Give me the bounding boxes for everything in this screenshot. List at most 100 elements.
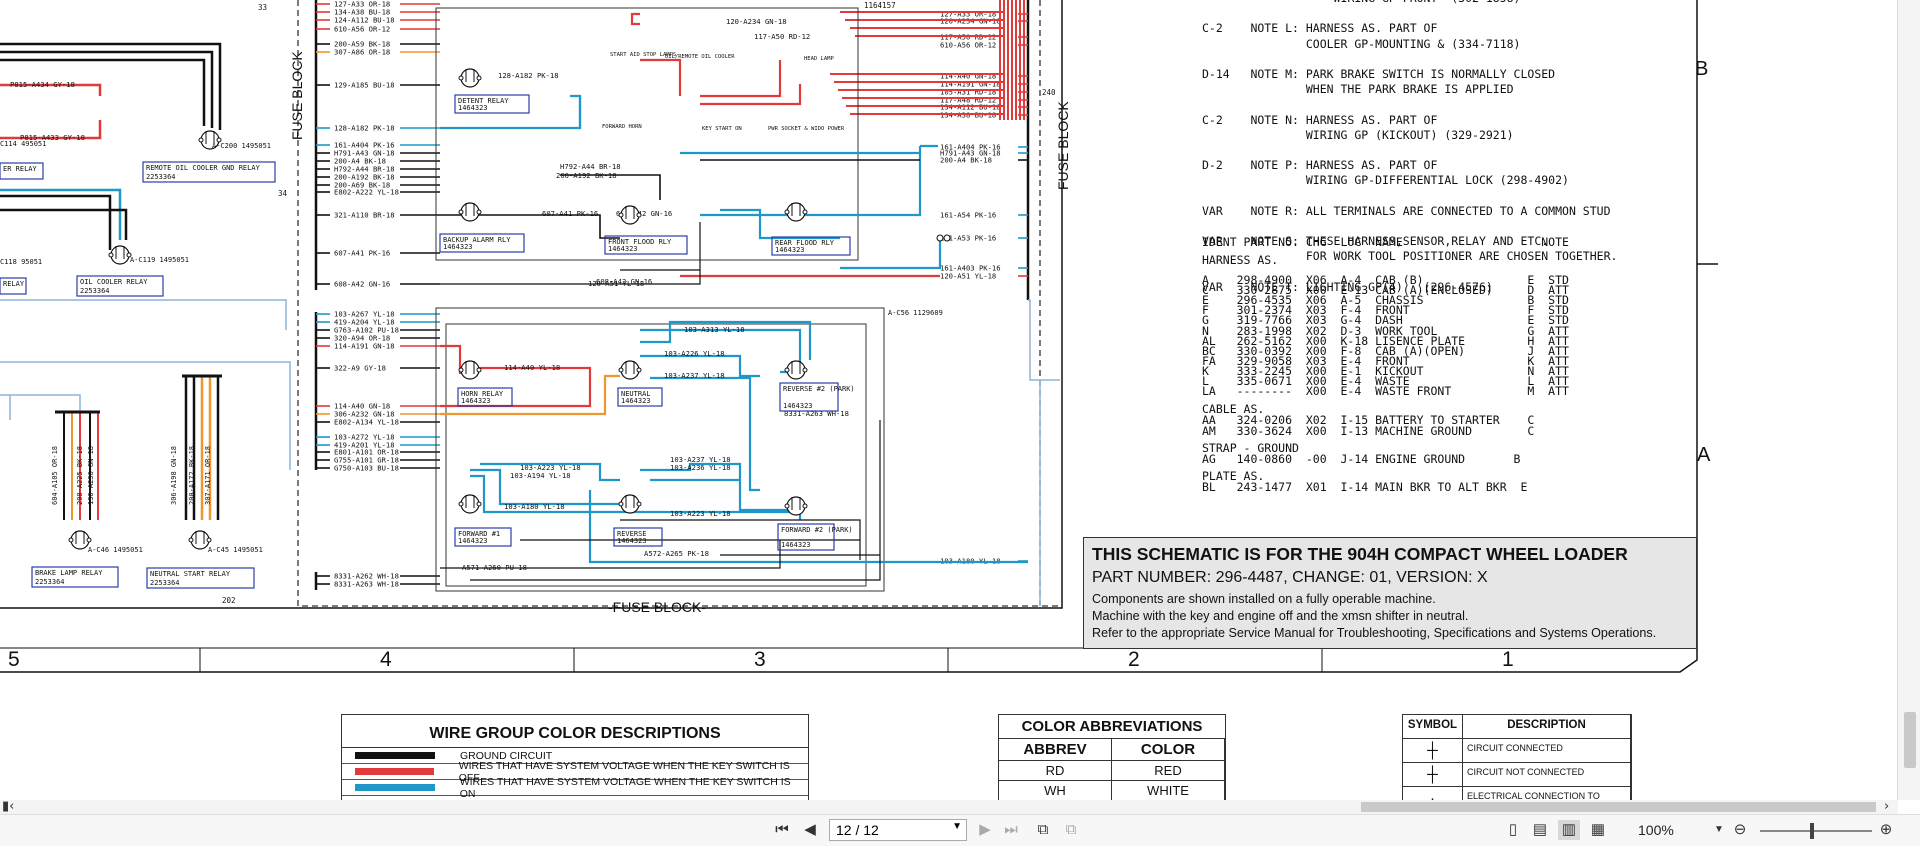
wire-label: E802-A134 YL-18 (334, 418, 399, 427)
component-name: ER RELAY (3, 165, 38, 173)
wire-label: 607-A41 PK-16 (334, 249, 390, 258)
note-line: C-2 NOTE N: HARNESS AS. PART OF (1202, 112, 1438, 127)
next-page-icon[interactable]: ▶ (975, 820, 995, 840)
relay-symbol-icon (458, 75, 464, 81)
wire-group-legend: WIRE GROUP COLOR DESCRIPTIONS GROUND CIR… (341, 714, 809, 800)
zoom-slider-thumb[interactable] (1810, 823, 1814, 839)
wire-label: 120-A234 GN-18 (726, 17, 787, 26)
horizontal-scrollbar[interactable]: ▮‹ › (0, 800, 1898, 814)
relay-symbol-icon (458, 367, 464, 373)
parts-header: IDENT PART NO. CHG LOC NAME NOTE (1202, 235, 1569, 249)
note-line: VAR NOTE R: ALL TERMINALS ARE CONNECTED … (1202, 203, 1611, 218)
wire-label: 129-A185 BU-18 (334, 81, 395, 90)
relay-symbol-icon (784, 367, 790, 373)
wire-label: 103-A237 YL-18 (664, 371, 725, 380)
last-page-icon[interactable]: ⏭ (1001, 820, 1021, 840)
copy-icon[interactable]: ⧉ (1032, 820, 1054, 840)
note-line: D-14 NOTE M: PARK BRAKE SWITCH IS NORMAL… (1202, 67, 1556, 81)
zoom-dropdown-icon[interactable]: ▼ (1712, 820, 1726, 840)
relay-symbol-icon (802, 209, 808, 215)
single-page-view-icon[interactable]: ▯ (1503, 820, 1523, 840)
vertical-wire-label: 130-A236 GN-18 (87, 446, 95, 505)
grid-row-a: A (1697, 444, 1711, 466)
zoom-in-icon[interactable]: ⊕ (1876, 820, 1896, 840)
wire-label: 610-A56 OR-12 (940, 41, 996, 50)
component-part: 1464323 (443, 243, 473, 251)
relay-symbol-icon (476, 75, 482, 81)
sheet-number: 33 (258, 3, 267, 12)
previous-page-icon[interactable]: ◀ (800, 820, 820, 840)
harness-label: HARNESS AS. (1202, 253, 1279, 267)
relay-symbol-icon (198, 137, 204, 143)
first-page-icon[interactable]: ⏮ (772, 820, 792, 840)
connector-label: A-C200 1495051 (212, 142, 271, 150)
component-part: 1464323 (617, 537, 647, 545)
note-line: WIRING GP (KICKOUT) (329-2921) (1202, 127, 1514, 142)
wire-label: 8331-A263 WH-18 (784, 409, 849, 418)
wire-label: 200-A192 BK-18 (556, 171, 617, 180)
relay-symbol-icon (636, 367, 642, 373)
wire-label: 103-A313 YL-18 (684, 325, 745, 334)
legend-swatch-ground (355, 752, 435, 759)
relay-symbol-icon (460, 360, 480, 380)
relay-symbol-icon (188, 537, 194, 543)
relay-symbol-icon (476, 209, 482, 215)
scroll-right-icon[interactable]: › (1884, 800, 1889, 814)
relay-symbol-icon (786, 360, 806, 380)
page-number-select[interactable]: 12 / 12 ▼ (829, 819, 967, 841)
two-page-continuous-icon[interactable]: ▦ (1588, 820, 1608, 840)
small-label: KEY START ON (702, 126, 742, 132)
fuse-block-label: FUSE BLOCK (289, 51, 305, 140)
wire-label: 114-A191 GN-18 (334, 342, 395, 351)
component-part: 1464323 (781, 541, 811, 549)
relay-symbol-icon (784, 503, 790, 509)
title-note-2: Machine with the key and engine off and … (1092, 609, 1469, 623)
zoom-level[interactable]: 100% (1638, 822, 1674, 838)
wire-label: 8331-A263 WH-18 (334, 580, 399, 589)
title-block: THIS SCHEMATIC IS FOR THE 904H COMPACT W… (1083, 537, 1697, 649)
not-connected-symbol-icon: ┼ (1403, 763, 1463, 787)
continuous-view-icon[interactable]: ▤ (1530, 820, 1550, 840)
schematic-diagram: FUSE BLOCKFUSE BLOCK-FUSE BLOCK-127-A33 … (0, 0, 1898, 800)
wire-label: A572-A265 PK-18 (644, 549, 709, 558)
viewer-toolbar: ⏮ ◀ 12 / 12 ▼ ▶ ⏭ ⧉ ⧉ ▯ ▤ ▥ ▦ 100% ▼ ⊖ ⊕ (0, 814, 1920, 846)
schematic-title: THIS SCHEMATIC IS FOR THE 904H COMPACT W… (1092, 544, 1628, 564)
zoom-out-icon[interactable]: ⊖ (1730, 820, 1750, 840)
relay-symbol-icon (206, 537, 212, 543)
relay-symbol-icon (460, 68, 480, 88)
wire-label: 117-A50 RD-12 (754, 32, 810, 41)
relay-symbol-icon (802, 367, 808, 373)
relay-symbol-icon (618, 367, 624, 373)
relay-symbol-icon (68, 537, 74, 543)
component-part: 1464323 (608, 245, 638, 253)
wire-label: 610-A56 OR-12 (334, 25, 390, 34)
component-name: REVERSE #2 (PARK) (783, 385, 855, 393)
grid-col-1: 1 (1502, 648, 1514, 671)
two-page-view-icon[interactable]: ▥ (1558, 820, 1580, 840)
component-part: 1464323 (621, 397, 651, 405)
relay-symbol-icon (620, 205, 640, 225)
wire-label: 120-A51 YL-18 (940, 272, 996, 281)
legend-swatch-red (355, 768, 434, 775)
wire-label: 608-A42 GN-16 (596, 277, 652, 286)
legend-swatch-blue (355, 784, 435, 791)
connector-label: A-C119 1495051 (130, 256, 189, 264)
description-header: DESCRIPTION (1463, 715, 1631, 739)
horizontal-scrollbar-thumb[interactable] (1361, 802, 1876, 812)
vertical-wire-label: 200-A172 BK-18 (188, 446, 196, 505)
vertical-scrollbar-thumb[interactable] (1904, 712, 1916, 768)
paste-icon[interactable]: ⧉ (1060, 820, 1082, 840)
wire-label: P815-A434 GY-18 (10, 80, 75, 89)
relay-symbol-icon (784, 209, 790, 215)
relay-symbol-icon (476, 367, 482, 373)
harness-row: LA -------- X00 E-4 WASTE FRONT M ATT (1202, 384, 1569, 399)
vertical-wire-label: 306-A198 GN-18 (170, 446, 178, 505)
scroll-left-icon[interactable]: ▮‹ (2, 800, 14, 814)
note-line: WIRING GP-DIFFERENTIAL LOCK (298-4902) (1202, 173, 1569, 188)
grid-row-b: B (1695, 58, 1709, 80)
component-name: FORWARD #2 (PARK) (781, 526, 853, 534)
zoom-slider[interactable] (1760, 830, 1872, 832)
vertical-wire-label: 307-A171 OR-18 (204, 446, 212, 505)
junction-icon (943, 234, 951, 242)
vertical-scrollbar[interactable] (1897, 0, 1920, 800)
